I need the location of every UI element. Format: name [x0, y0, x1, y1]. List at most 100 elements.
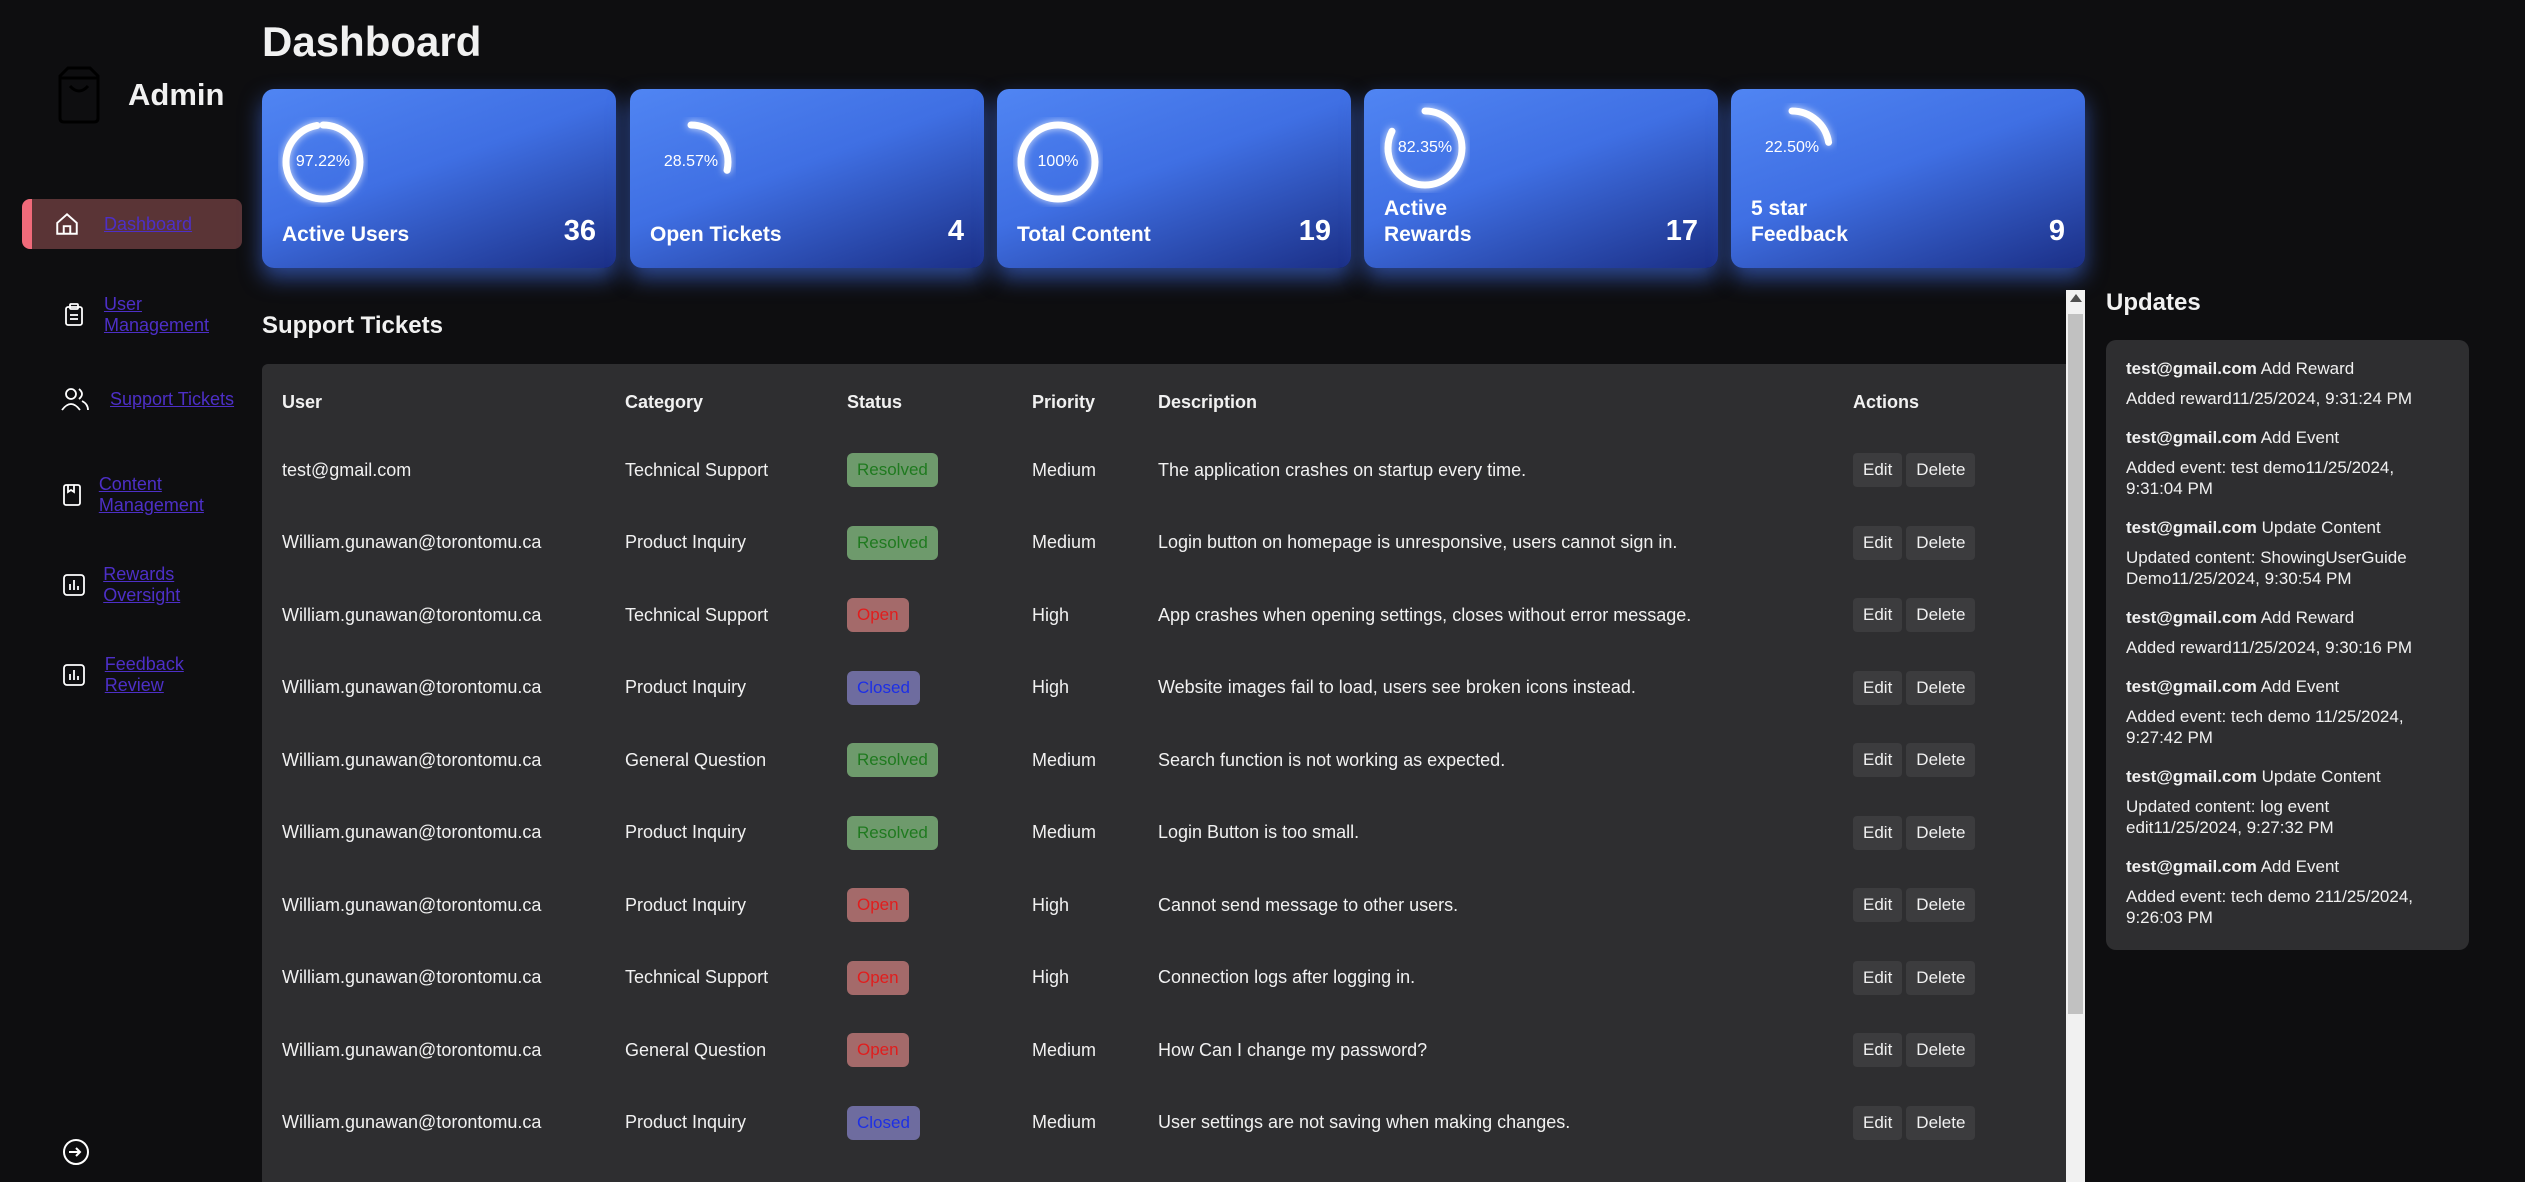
- ticket-status-cell: Open: [847, 942, 1032, 1015]
- update-item: test@gmail.com Add Event Added event: tes…: [2126, 427, 2449, 499]
- stat-card-total-content[interactable]: 100% Total Content 19: [997, 89, 1351, 268]
- table-row: William.gunawan@torontomu.ca Technical Su…: [262, 942, 2066, 1015]
- stat-label: Total Content: [1017, 223, 1151, 246]
- delete-button[interactable]: Delete: [1906, 960, 1976, 995]
- logout-icon[interactable]: [60, 1136, 92, 1168]
- edit-button[interactable]: Edit: [1853, 815, 1903, 850]
- sidebar-item-label[interactable]: Dashboard: [104, 214, 192, 235]
- brand: Admin: [48, 64, 224, 126]
- delete-button[interactable]: Delete: [1906, 1105, 1976, 1140]
- stat-label: Active Rewards: [1384, 197, 1472, 246]
- table-row: William.gunawan@torontomu.ca Product Inqu…: [262, 652, 2066, 725]
- delete-button[interactable]: Delete: [1906, 815, 1976, 850]
- edit-button[interactable]: Edit: [1853, 525, 1903, 560]
- status-badge: Closed: [847, 670, 920, 705]
- status-badge: Resolved: [847, 815, 938, 850]
- column-header-category: Category: [625, 391, 704, 412]
- ticket-priority: Medium: [1032, 1112, 1097, 1133]
- edit-button[interactable]: Edit: [1853, 960, 1903, 995]
- stat-card-open-tickets[interactable]: 28.57% Open Tickets 4: [630, 89, 984, 268]
- brand-title: Admin: [128, 77, 225, 112]
- ticket-status-cell: Open: [847, 1014, 1032, 1087]
- update-action: Add Event: [2260, 857, 2340, 876]
- stat-value: 9: [2048, 215, 2065, 247]
- update-item: test@gmail.com Add Event Added event: tec…: [2126, 676, 2449, 748]
- delete-button[interactable]: Delete: [1906, 888, 1976, 923]
- sidebar-item-label[interactable]: Support Tickets: [110, 389, 234, 410]
- status-badge: Resolved: [847, 743, 938, 778]
- ticket-category: Product Inquiry: [625, 822, 747, 843]
- delete-button[interactable]: Delete: [1906, 743, 1976, 778]
- status-badge: Closed: [847, 1105, 920, 1140]
- update-header: test@gmail.com Add Event: [2126, 427, 2449, 449]
- sidebar-item-feedback-review[interactable]: Feedback Review: [22, 654, 242, 696]
- edit-button[interactable]: Edit: [1853, 670, 1903, 705]
- sidebar-item-label[interactable]: User Management: [104, 294, 242, 336]
- table-header-row: User Category Status Priority Descriptio…: [262, 364, 2066, 434]
- table-row: William.gunawan@torontomu.ca Product Inqu…: [262, 797, 2066, 870]
- ticket-status-cell: Resolved: [847, 724, 1032, 797]
- delete-button[interactable]: Delete: [1906, 525, 1976, 560]
- ticket-user: William.gunawan@torontomu.ca: [282, 532, 542, 553]
- ticket-user: William.gunawan@torontomu.ca: [282, 967, 542, 988]
- column-header-description: Description: [1158, 391, 1258, 412]
- scrollbar-thumb[interactable]: [2068, 314, 2083, 1014]
- edit-button[interactable]: Edit: [1853, 1033, 1903, 1068]
- ticket-description: Search function is not working as expect…: [1158, 749, 1506, 770]
- ticket-actions: Edit Delete: [1853, 507, 2066, 580]
- update-user: test@gmail.com: [2126, 608, 2257, 627]
- ticket-description: The application crashes on startup every…: [1158, 459, 1527, 480]
- ticket-actions: Edit Delete: [1853, 579, 2066, 652]
- edit-button[interactable]: Edit: [1853, 1105, 1903, 1140]
- ticket-status-cell: Open: [847, 579, 1032, 652]
- delete-button[interactable]: Delete: [1906, 670, 1976, 705]
- ticket-category: Product Inquiry: [625, 532, 747, 553]
- ticket-category: Technical Support: [625, 459, 769, 480]
- status-badge: Open: [847, 960, 909, 995]
- sidebar-item-label[interactable]: Rewards Oversight: [103, 564, 242, 606]
- stat-card-active-rewards[interactable]: 82.35% Active Rewards 17: [1364, 89, 1718, 268]
- delete-button[interactable]: Delete: [1906, 598, 1976, 633]
- sidebar-item-label[interactable]: Feedback Review: [105, 654, 242, 696]
- update-user: test@gmail.com: [2126, 857, 2257, 876]
- column-header-status: Status: [847, 391, 903, 412]
- update-detail: Updated content: ShowingUserGuide Demo11…: [2126, 548, 2407, 588]
- edit-button[interactable]: Edit: [1853, 453, 1903, 488]
- users-icon: [60, 384, 90, 414]
- ticket-priority: Medium: [1032, 532, 1097, 553]
- table-row: William.gunawan@torontomu.ca Technical Su…: [262, 579, 2066, 652]
- delete-button[interactable]: Delete: [1906, 453, 1976, 488]
- sidebar-item-dashboard[interactable]: Dashboard: [22, 199, 242, 249]
- stat-card-active-users[interactable]: 97.22% Active Users 36: [262, 89, 616, 268]
- box-logo-icon: [58, 66, 100, 124]
- edit-button[interactable]: Edit: [1853, 598, 1903, 633]
- delete-button[interactable]: Delete: [1906, 1033, 1976, 1068]
- update-header: test@gmail.com Add Reward: [2126, 358, 2449, 380]
- ticket-category: Product Inquiry: [625, 677, 747, 698]
- edit-button[interactable]: Edit: [1853, 743, 1903, 778]
- stat-card-5-star-feedback[interactable]: 22.50% 5 star Feedback 9: [1731, 89, 2085, 268]
- ticket-status-cell: Resolved: [847, 434, 1032, 507]
- ticket-priority: High: [1032, 677, 1070, 698]
- sidebar-item-content-management[interactable]: Content Management: [22, 474, 242, 516]
- update-detail: Added event: tech demo 211/25/2024, 9:26…: [2126, 887, 2414, 927]
- sidebar-item-user-management[interactable]: User Management: [22, 294, 242, 336]
- update-detail: Added reward11/25/2024, 9:31:24 PM: [2126, 389, 2413, 408]
- edit-button[interactable]: Edit: [1853, 888, 1903, 923]
- ticket-category: Technical Support: [625, 967, 769, 988]
- chart-icon: [60, 660, 89, 690]
- ticket-actions: Edit Delete: [1853, 1014, 2066, 1087]
- status-badge: Open: [847, 1033, 909, 1068]
- ticket-description: Login button on homepage is unresponsive…: [1158, 532, 1678, 553]
- update-action: Update Content: [2261, 767, 2381, 786]
- sidebar-item-rewards-oversight[interactable]: Rewards Oversight: [22, 564, 242, 606]
- update-header: test@gmail.com Add Event: [2126, 676, 2449, 698]
- scroll-up-arrow-icon[interactable]: [2070, 294, 2082, 302]
- ticket-user: William.gunawan@torontomu.ca: [282, 894, 542, 915]
- sidebar-item-label[interactable]: Content Management: [99, 474, 242, 516]
- stat-value: 19: [1298, 215, 1331, 247]
- sidebar-item-support-tickets[interactable]: Support Tickets: [22, 384, 242, 414]
- column-header-actions: Actions: [1853, 391, 1920, 412]
- update-detail: Updated content: log event edit11/25/202…: [2126, 797, 2334, 837]
- tickets-scrollbar[interactable]: [2066, 290, 2085, 1182]
